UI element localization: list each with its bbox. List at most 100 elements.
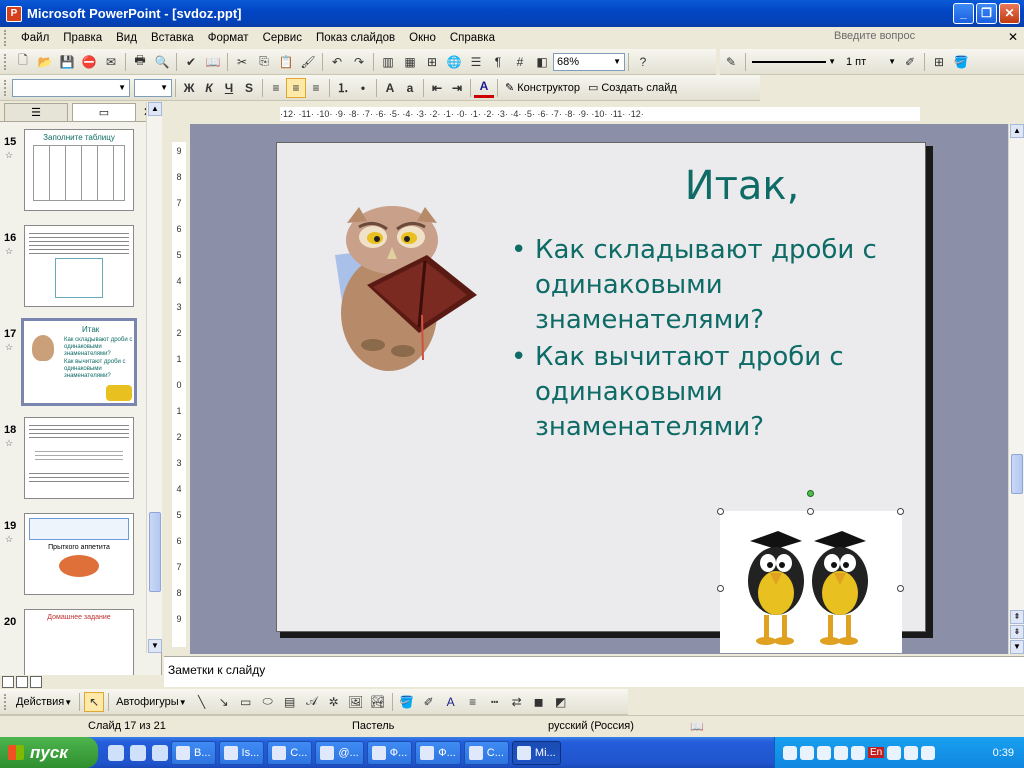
font-color-icon[interactable]: A	[441, 692, 461, 712]
expand-all-icon[interactable]: ☰	[466, 52, 486, 72]
3d-style-icon[interactable]: ◩	[551, 692, 571, 712]
browser-icon[interactable]	[130, 744, 146, 761]
color-grayscale-icon[interactable]: ◧	[532, 52, 552, 72]
align-left-icon[interactable]: ≡	[266, 78, 286, 98]
media-icon[interactable]	[152, 744, 168, 761]
language-indicator[interactable]: En	[868, 747, 885, 758]
clipart-icon[interactable]: 🖼	[346, 692, 366, 712]
save-icon[interactable]: 💾	[57, 52, 77, 72]
taskbar-item[interactable]: Ф...	[415, 740, 461, 765]
scroll-down-icon[interactable]: ▼	[148, 639, 162, 653]
tab-outline[interactable]: ☰	[4, 103, 68, 121]
menu-insert[interactable]: Вставка	[144, 30, 201, 46]
line-tool-icon[interactable]: ╲	[192, 692, 212, 712]
textbox-tool-icon[interactable]: ▤	[280, 692, 300, 712]
bullets-icon[interactable]: •	[353, 78, 373, 98]
tables-borders-icon[interactable]: ⊞	[422, 52, 442, 72]
borders-icon[interactable]: ⊞	[929, 52, 949, 72]
taskbar-item[interactable]: Is...	[218, 740, 265, 765]
dash-style-icon[interactable]: ┅	[485, 692, 505, 712]
bold-button[interactable]: Ж	[179, 78, 199, 98]
toolbar-grip[interactable]	[4, 79, 8, 96]
oval-tool-icon[interactable]: ⬭	[258, 692, 278, 712]
next-slide-icon[interactable]: ⇟	[1010, 625, 1024, 639]
email-icon[interactable]: ✉	[101, 52, 121, 72]
increase-indent-icon[interactable]: ⇥	[447, 78, 467, 98]
insert-table-icon[interactable]: ▦	[400, 52, 420, 72]
normal-view-icon[interactable]	[2, 676, 14, 688]
hyperlink-icon[interactable]: 🌐	[444, 52, 464, 72]
menu-format[interactable]: Формат	[201, 30, 256, 46]
menu-edit[interactable]: Правка	[56, 30, 109, 46]
fill-color-icon[interactable]: 🪣	[397, 692, 417, 712]
slideshow-icon[interactable]	[30, 676, 42, 688]
slide-sorter-icon[interactable]	[16, 676, 28, 688]
slide-thumbnail-row-active[interactable]: 17 ☆ Итак Как складывают дроби с одинако…	[0, 316, 146, 406]
insert-chart-icon[interactable]: ▥	[378, 52, 398, 72]
font-size-select[interactable]: ▼	[134, 78, 172, 97]
line-style-icon[interactable]: ≡	[463, 692, 483, 712]
panel-scrollbar[interactable]: ▲ ▼	[146, 102, 162, 653]
shadow-button[interactable]: S	[239, 78, 259, 98]
slide-bullet-list[interactable]: Как складывают дроби с одинаковыми знаме…	[509, 233, 919, 447]
align-right-icon[interactable]: ≡	[306, 78, 326, 98]
slide-thumbnail[interactable]: Заполните таблицу	[24, 129, 134, 211]
menu-view[interactable]: Вид	[109, 30, 144, 46]
rotation-handle[interactable]	[807, 490, 814, 497]
menu-help[interactable]: Справка	[443, 30, 502, 46]
open-folder-icon[interactable]: 📂	[35, 52, 55, 72]
actions-menu-button[interactable]: Действия▼	[12, 694, 76, 710]
tray-icon[interactable]	[921, 745, 936, 760]
powerpoint-app-icon[interactable]: P	[6, 5, 22, 22]
taskbar-item[interactable]: С...	[267, 740, 313, 765]
cut-icon[interactable]: ✂	[232, 52, 252, 72]
align-center-icon[interactable]: ≡	[286, 77, 306, 98]
copy-icon[interactable]: ⎘	[254, 52, 274, 72]
toolbar-grip[interactable]	[4, 693, 8, 710]
decrease-indent-icon[interactable]: ⇤	[427, 78, 447, 98]
show-formatting-icon[interactable]: ¶	[488, 52, 508, 72]
scroll-thumb[interactable]	[149, 512, 161, 592]
arrow-tool-icon[interactable]: ↘	[214, 692, 234, 712]
arrow-style-icon[interactable]: ⇄	[507, 692, 527, 712]
picture-icon[interactable]: 🏞	[368, 692, 388, 712]
workspace-scrollbar[interactable]: ▲ ⇞ ⇟ ▼	[1008, 124, 1024, 654]
rectangle-tool-icon[interactable]: ▭	[236, 692, 256, 712]
slide-thumbnail[interactable]: Домашнее задание	[24, 609, 134, 675]
scroll-up-icon[interactable]: ▲	[1010, 124, 1024, 138]
slide-thumbnail-row[interactable]: 15 ☆ Заполните таблицу	[0, 124, 146, 211]
tray-icon[interactable]	[817, 745, 831, 760]
spelling-icon[interactable]: ✔	[181, 52, 201, 72]
slide-thumbnail-row[interactable]: 16 ☆	[0, 220, 146, 307]
slide-thumbnail-row[interactable]: 18 ☆	[0, 412, 146, 499]
edit-pen-icon[interactable]: ✎	[721, 52, 741, 72]
start-button[interactable]: пуск	[0, 737, 98, 768]
shadow-style-icon[interactable]: ◼	[529, 692, 549, 712]
slide-thumbnail-row[interactable]: 20 Домашнее задание	[0, 604, 146, 675]
wordart-icon[interactable]: 𝒜	[302, 692, 322, 712]
print-preview-icon[interactable]: 🔍	[152, 52, 172, 72]
permission-icon[interactable]: ⛔	[79, 52, 99, 72]
document-close-icon[interactable]: ✕	[1006, 30, 1020, 44]
paste-icon[interactable]: 📋	[276, 52, 296, 72]
underline-button[interactable]: Ч	[219, 78, 239, 98]
line-width-select[interactable]: 1 пт ▼	[843, 53, 899, 71]
resize-handle-w[interactable]	[717, 585, 724, 592]
resize-handle-nw[interactable]	[717, 508, 724, 515]
tray-icon[interactable]	[783, 745, 797, 760]
show-desktop-icon[interactable]	[108, 744, 124, 761]
scroll-up-icon[interactable]: ▲	[148, 102, 162, 116]
slide-thumbnail-row[interactable]: 19 ☆ Прыткого аппетита	[0, 508, 146, 595]
taskbar-item[interactable]: С...	[463, 740, 509, 765]
format-painter-icon[interactable]: 🖌	[298, 52, 318, 72]
previous-slide-icon[interactable]: ⇞	[1010, 610, 1024, 624]
menu-slideshow[interactable]: Показ слайдов	[309, 30, 402, 46]
font-name-select[interactable]: ▼	[12, 78, 130, 97]
tray-icon[interactable]	[851, 745, 865, 760]
toolbar-grip[interactable]	[4, 30, 8, 46]
menu-window[interactable]: Окно	[402, 30, 443, 46]
slide-thumbnail[interactable]	[24, 417, 134, 499]
toolbar-grip[interactable]	[4, 53, 8, 70]
zoom-select[interactable]: 68% ▼	[553, 52, 625, 71]
tray-icon[interactable]	[800, 745, 814, 760]
